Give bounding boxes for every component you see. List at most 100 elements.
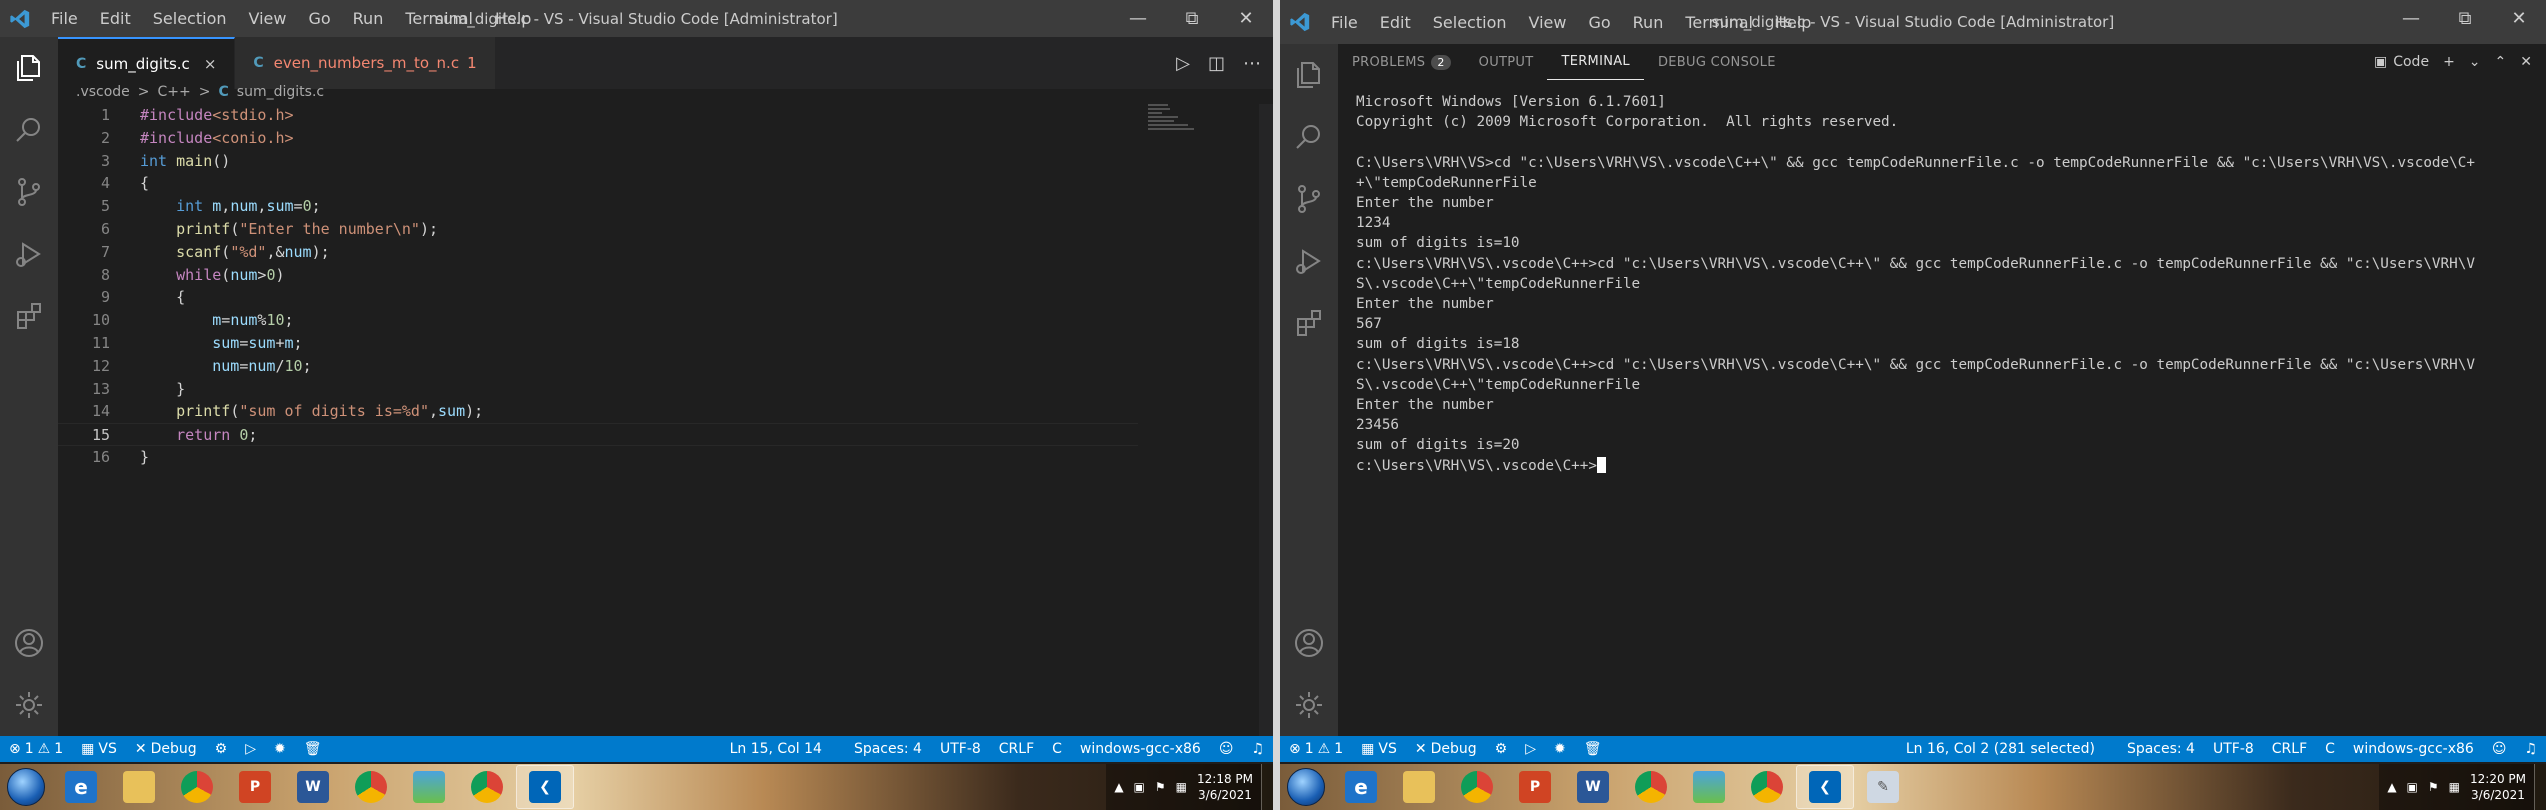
tab-terminal[interactable]: TERMINAL [1547,44,1644,80]
source-control-icon[interactable] [1280,168,1338,230]
run-icon[interactable]: ▷ [1516,741,1545,757]
language-mode[interactable]: C [1043,741,1071,757]
problems-status[interactable]: ⊗ 1 ⚠ 1 [0,741,72,757]
menu-terminal[interactable]: Terminal [1674,4,1764,41]
split-editor-icon[interactable]: ◫ [1208,53,1225,74]
code-line[interactable]: 8 while(num>0) [58,264,1138,287]
account-icon[interactable] [0,612,58,674]
code-line[interactable]: 6 printf("Enter the number\n"); [58,218,1138,241]
close-panel-icon[interactable]: ✕ [2520,54,2532,70]
cpp-configuration[interactable]: windows-gcc-x86 [2344,741,2483,757]
menu-terminal[interactable]: Terminal [394,0,484,37]
taskbar-vscode[interactable]: ❮ [516,765,574,809]
tab-debug-console[interactable]: DEBUG CONSOLE [1644,44,1790,80]
build-gear-icon[interactable]: ⚙ [1486,741,1517,757]
breadcrumb-item[interactable]: C++ [158,84,191,100]
terminal-selector[interactable]: ▣ Code [2374,54,2429,70]
code-line[interactable]: 15 return 0; [58,423,1138,446]
line-ending[interactable]: CRLF [2263,741,2316,757]
taskbar-chrome[interactable] [1622,765,1680,809]
debug-status[interactable]: ✕ Debug [126,741,206,757]
minimap[interactable] [1148,104,1218,144]
tray-expand-icon[interactable]: ▲ [1114,780,1123,794]
build-gear-icon[interactable]: ⚙ [206,741,237,757]
indentation[interactable]: Spaces: 4 [845,741,931,757]
code-line[interactable]: 16} [58,446,1138,469]
more-actions-icon[interactable]: ⋯ [1243,53,1261,74]
extensions-icon[interactable] [1280,292,1338,354]
code-line[interactable]: 14 printf("sum of digits is=%d",sum); [58,400,1138,423]
account-icon[interactable] [1280,612,1338,674]
code-line[interactable]: 3 int main() [58,150,1138,173]
cursor-position[interactable]: Ln 15, Col 14 [721,741,831,757]
explorer-icon[interactable] [0,37,58,99]
terminal-dropdown-icon[interactable]: ⌄ [2469,54,2481,70]
code-line[interactable]: 12 num=num/10; [58,355,1138,378]
taskbar-photos[interactable] [1680,765,1738,809]
settings-gear-icon[interactable] [0,674,58,736]
code-line[interactable]: 9 { [58,286,1138,309]
network-signal-icon[interactable]: ▦ [2449,780,2460,794]
encoding[interactable]: UTF-8 [931,741,990,757]
run-debug-icon[interactable] [1280,230,1338,292]
tray-flag-icon[interactable]: ⚑ [2428,780,2439,794]
tab-close-icon[interactable]: × [204,55,217,73]
code-line[interactable]: 2 #include<conio.h> [58,127,1138,150]
menu-edit[interactable]: Edit [89,0,142,37]
code-line[interactable]: 13 } [58,378,1138,401]
menu-go[interactable]: Go [297,0,341,37]
menu-run[interactable]: Run [1622,4,1675,41]
code-line[interactable]: 5 int m,num,sum=0; [58,195,1138,218]
taskbar-internet-explorer[interactable]: e [52,765,110,809]
taskbar-internet-explorer[interactable]: e [1332,765,1390,809]
feedback-icon[interactable]: ☺ [1210,741,1243,757]
menu-file[interactable]: File [1320,4,1369,41]
folder-status[interactable]: ▦ VS [72,741,126,757]
maximize-panel-icon[interactable]: ⌃ [2495,54,2507,70]
language-mode[interactable]: C [2316,741,2344,757]
taskbar-chrome[interactable] [168,765,226,809]
minimize-button[interactable]: — [2384,0,2438,37]
new-terminal-icon[interactable]: + [2443,54,2455,70]
debug-status[interactable]: ✕ Debug [1406,741,1486,757]
code-line[interactable]: 11 sum=sum+m; [58,332,1138,355]
breadcrumb-item[interactable]: sum_digits.c [237,84,324,100]
menu-file[interactable]: File [40,0,89,37]
tray-app-icon[interactable]: ▣ [1134,780,1145,794]
menu-help[interactable]: Help [484,0,542,37]
folder-status[interactable]: ▦ VS [1352,741,1406,757]
notifications-bell-icon[interactable]: ♫ [2515,741,2546,757]
bug-icon[interactable]: ✹ [1545,741,1575,757]
terminal-prompt-line[interactable]: c:\Users\VRH\VS\.vscode\C++> [1356,456,2540,476]
bug-icon[interactable]: ✹ [265,741,295,757]
cursor-position[interactable]: Ln 16, Col 2 (281 selected) [1897,741,2104,757]
code-line[interactable]: 1 #include<stdio.h> [58,104,1138,127]
menu-selection[interactable]: Selection [1422,4,1518,41]
indentation[interactable]: Spaces: 4 [2118,741,2204,757]
close-window-button[interactable]: ✕ [2492,0,2546,37]
source-control-icon[interactable] [0,161,58,223]
menu-edit[interactable]: Edit [1369,4,1422,41]
taskbar-word[interactable]: W [1564,765,1622,809]
tray-flag-icon[interactable]: ⚑ [1155,780,1166,794]
encoding[interactable]: UTF-8 [2204,741,2263,757]
code-line[interactable]: 10 m=num%10; [58,309,1138,332]
network-signal-icon[interactable]: ▦ [1176,780,1187,794]
terminal-output[interactable]: Microsoft Windows [Version 6.1.7601] Copy… [1356,92,2540,476]
taskbar-word[interactable]: W [284,765,342,809]
settings-gear-icon[interactable] [1280,674,1338,736]
restore-button[interactable]: ⧉ [2438,0,2492,37]
menu-go[interactable]: Go [1577,4,1621,41]
run-code-icon[interactable]: ▷ [1176,53,1190,74]
tray-app-icon[interactable]: ▣ [2407,780,2418,794]
show-desktop-button[interactable] [1261,764,1273,810]
restore-button[interactable]: ⧉ [1165,0,1219,37]
taskbar-chrome[interactable] [342,765,400,809]
clock[interactable]: 12:18 PM 3/6/2021 [1197,771,1253,803]
breadcrumb-item[interactable]: .vscode [76,84,130,100]
tab-problems[interactable]: PROBLEMS 2 [1338,44,1465,80]
taskbar-powerpoint[interactable]: P [226,765,284,809]
explorer-icon[interactable] [1280,44,1338,106]
menu-help[interactable]: Help [1764,4,1822,41]
start-button[interactable] [1280,764,1332,810]
